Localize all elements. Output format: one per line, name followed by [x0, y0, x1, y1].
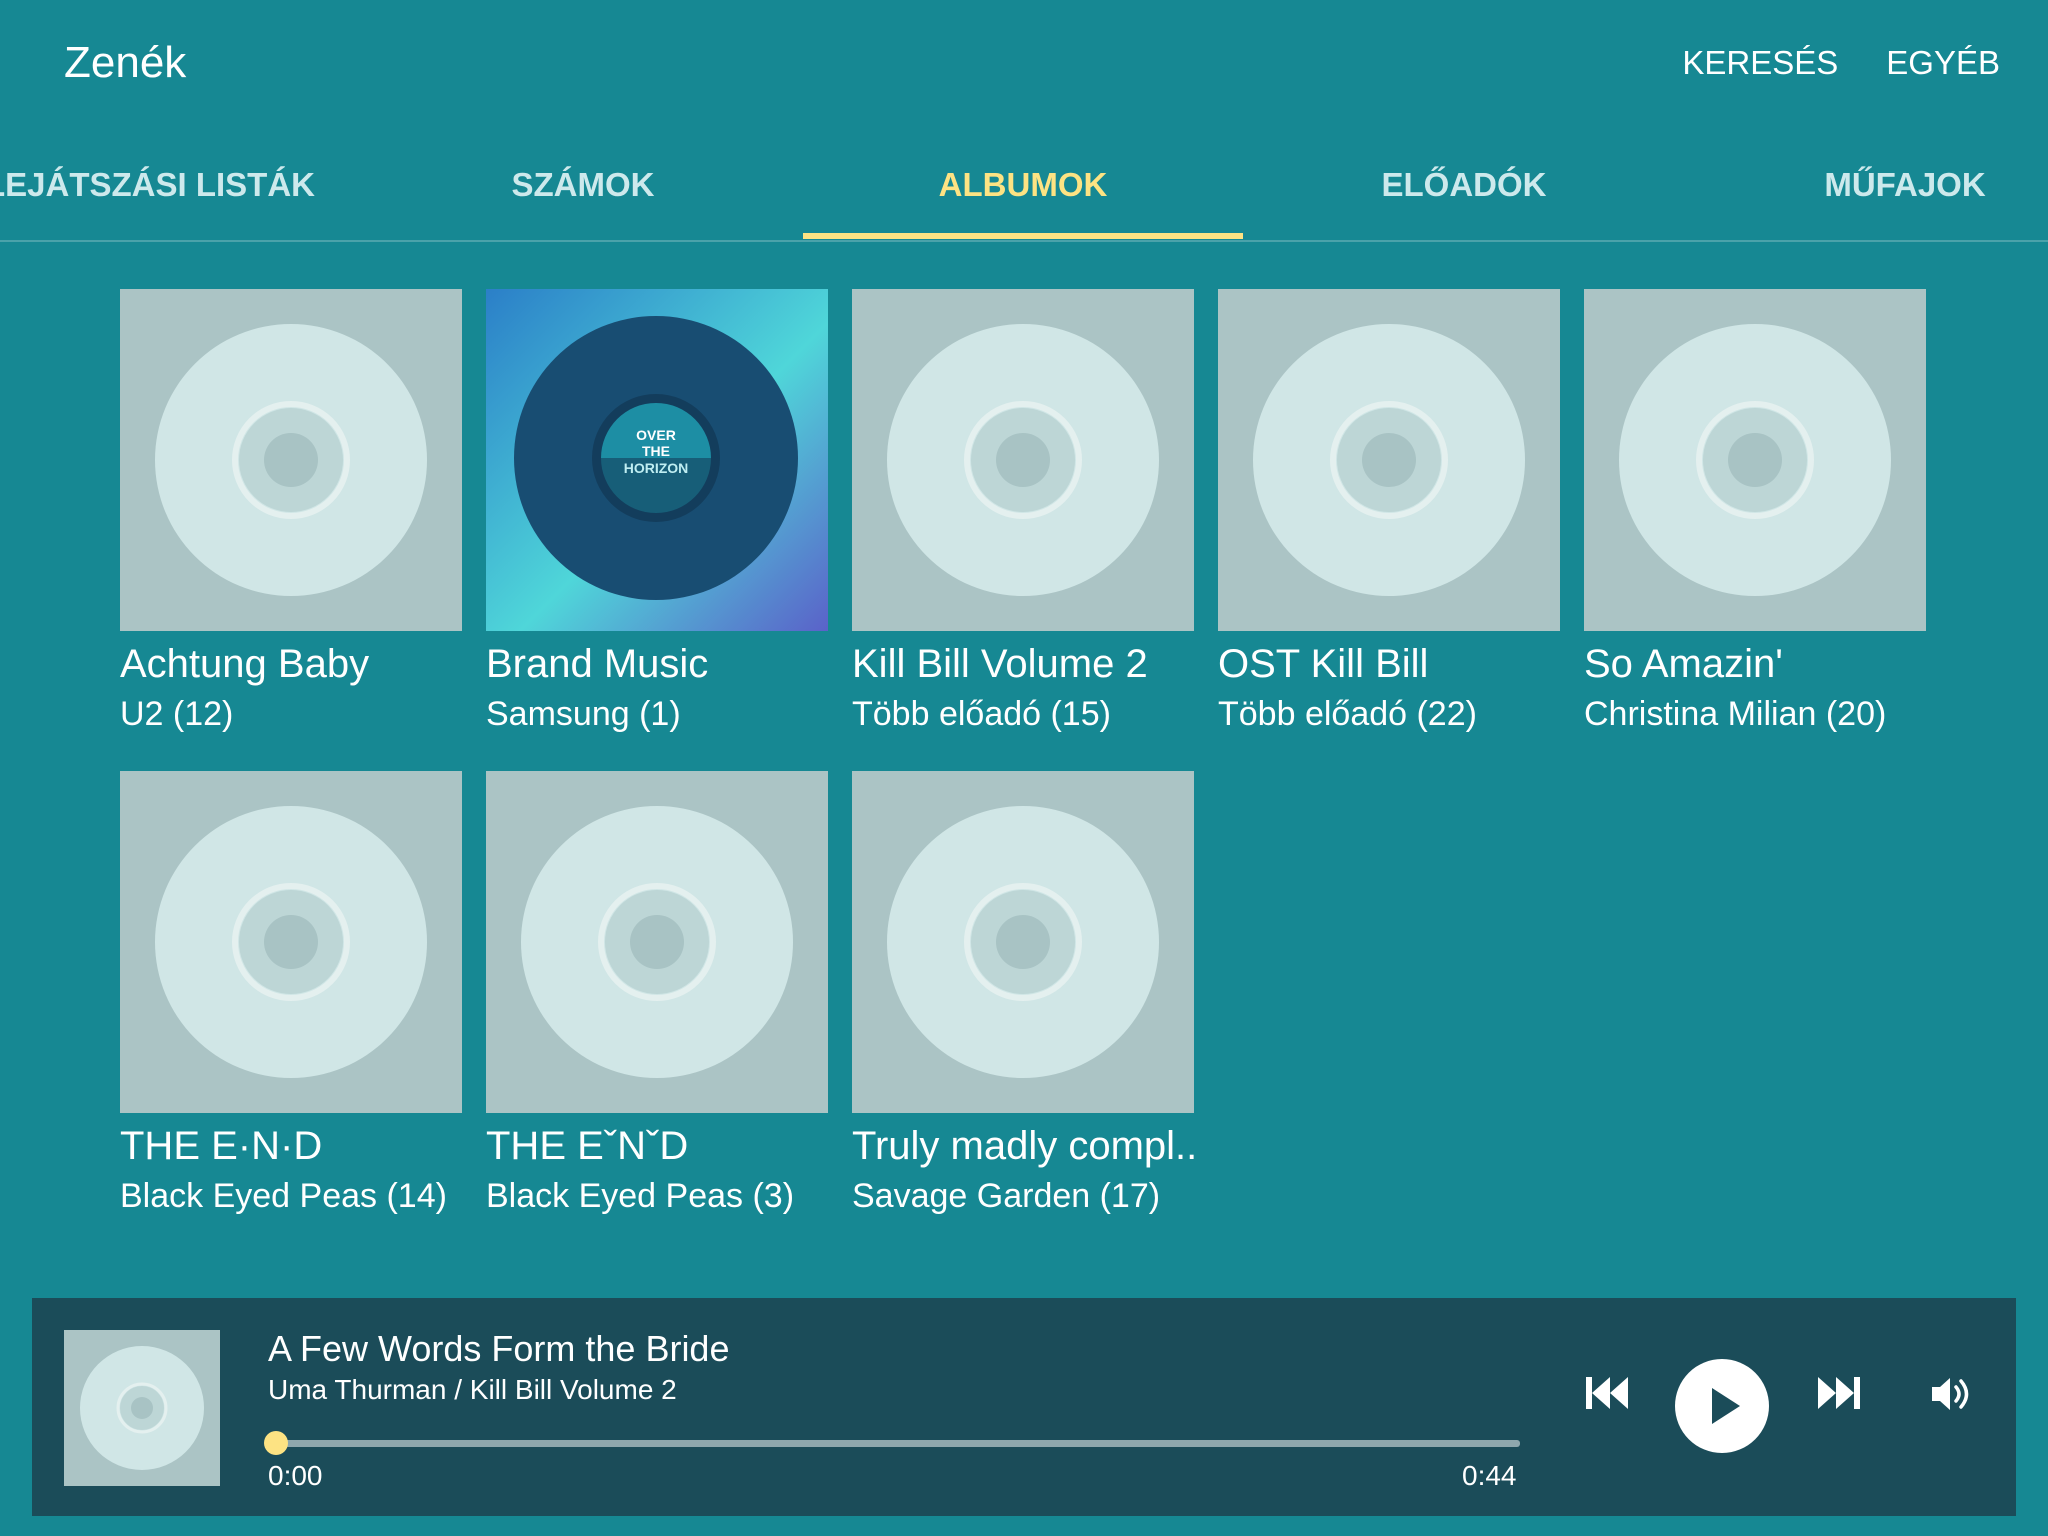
tab-genres[interactable]: MŰFAJOK	[1685, 140, 2048, 240]
album-title: Kill Bill Volume 2	[852, 642, 1148, 686]
tab-tracks[interactable]: SZÁMOK	[363, 140, 803, 240]
album-title: THE E·N·D	[120, 1124, 323, 1168]
top-actions: KERESÉS EGYÉB	[1682, 44, 2000, 82]
disc-icon	[155, 806, 427, 1078]
album-subtitle: Több előadó (22)	[1218, 695, 1477, 733]
album-cover[interactable]	[1584, 289, 1926, 631]
disc-icon	[887, 324, 1159, 596]
album-cover[interactable]	[120, 771, 462, 1113]
album-title: Truly madly compl..	[852, 1124, 1194, 1168]
album-card[interactable]: Achtung Baby U2 (12)	[120, 289, 462, 737]
disc-icon	[80, 1346, 204, 1470]
album-cover[interactable]: OVER THE HORIZON	[486, 289, 828, 631]
tab-playlists[interactable]: LEJÁTSZÁSI LISTÁK	[0, 140, 370, 240]
album-cover[interactable]	[120, 289, 462, 631]
album-title: OST Kill Bill	[1218, 642, 1429, 686]
album-subtitle: Samsung (1)	[486, 695, 681, 733]
app-title: Zenék	[64, 38, 187, 87]
disc-icon	[521, 806, 793, 1078]
tab-albums[interactable]: ALBUMOK	[803, 140, 1243, 240]
album-subtitle: Black Eyed Peas (3)	[486, 1177, 795, 1215]
album-cover[interactable]	[1218, 289, 1560, 631]
disc-icon	[887, 806, 1159, 1078]
album-card[interactable]: So Amazin' Christina Milian (20)	[1584, 289, 1926, 737]
disc-icon	[155, 324, 427, 596]
progress-bar[interactable]	[264, 1431, 1520, 1455]
album-cover[interactable]	[486, 771, 828, 1113]
cover-text: OVER	[636, 427, 676, 443]
mini-player: A Few Words Form the Bride Uma Thurman /…	[32, 1298, 2016, 1516]
search-button[interactable]: KERESÉS	[1682, 44, 1838, 82]
album-cover[interactable]	[852, 771, 1194, 1113]
disc-icon	[1619, 324, 1891, 596]
album-subtitle: Savage Garden (17)	[852, 1177, 1161, 1215]
duration-time: 0:44	[1462, 1460, 1517, 1491]
track-title: A Few Words Form the Bride	[268, 1328, 730, 1369]
volume-icon[interactable]	[1930, 1374, 1976, 1419]
album-title: Achtung Baby	[120, 642, 370, 686]
next-icon[interactable]	[1814, 1374, 1862, 1417]
album-title: THE EˇNˇD	[486, 1124, 689, 1168]
tab-bar: LEJÁTSZÁSI LISTÁK SZÁMOK ALBUMOK ELŐADÓK…	[0, 140, 2048, 242]
album-card[interactable]: Truly madly compl.. Savage Garden (17)	[852, 771, 1194, 1219]
album-title: So Amazin'	[1584, 642, 1783, 686]
album-subtitle: Christina Milian (20)	[1584, 695, 1887, 733]
vinyl-record-icon: OVER THE HORIZON	[486, 289, 828, 631]
album-card[interactable]: OST Kill Bill Több előadó (22)	[1218, 289, 1560, 737]
album-subtitle: Black Eyed Peas (14)	[120, 1177, 447, 1215]
cover-text: HORIZON	[624, 460, 689, 476]
cover-text: THE	[642, 443, 670, 459]
album-card[interactable]: THE E·N·D Black Eyed Peas (14)	[120, 771, 462, 1219]
album-cover[interactable]	[852, 289, 1194, 631]
progress-thumb[interactable]	[264, 1431, 288, 1455]
active-tab-indicator	[803, 233, 1243, 239]
tab-artists[interactable]: ELŐADÓK	[1244, 140, 1684, 240]
album-card[interactable]: OVER THE HORIZON Brand Music Samsung (1)	[486, 289, 828, 737]
elapsed-time: 0:00	[268, 1460, 323, 1491]
now-playing-cover[interactable]	[64, 1330, 220, 1486]
disc-icon	[1253, 324, 1525, 596]
album-card[interactable]: Kill Bill Volume 2 Több előadó (15)	[852, 289, 1194, 737]
album-subtitle: Több előadó (15)	[852, 695, 1111, 733]
track-artist-album: Uma Thurman / Kill Bill Volume 2	[268, 1374, 677, 1405]
album-subtitle: U2 (12)	[120, 695, 234, 733]
album-card[interactable]: THE EˇNˇD Black Eyed Peas (3)	[486, 771, 828, 1219]
play-icon[interactable]	[1674, 1358, 1770, 1459]
previous-icon[interactable]	[1584, 1374, 1632, 1417]
more-button[interactable]: EGYÉB	[1886, 44, 2000, 82]
album-title: Brand Music	[486, 642, 709, 686]
